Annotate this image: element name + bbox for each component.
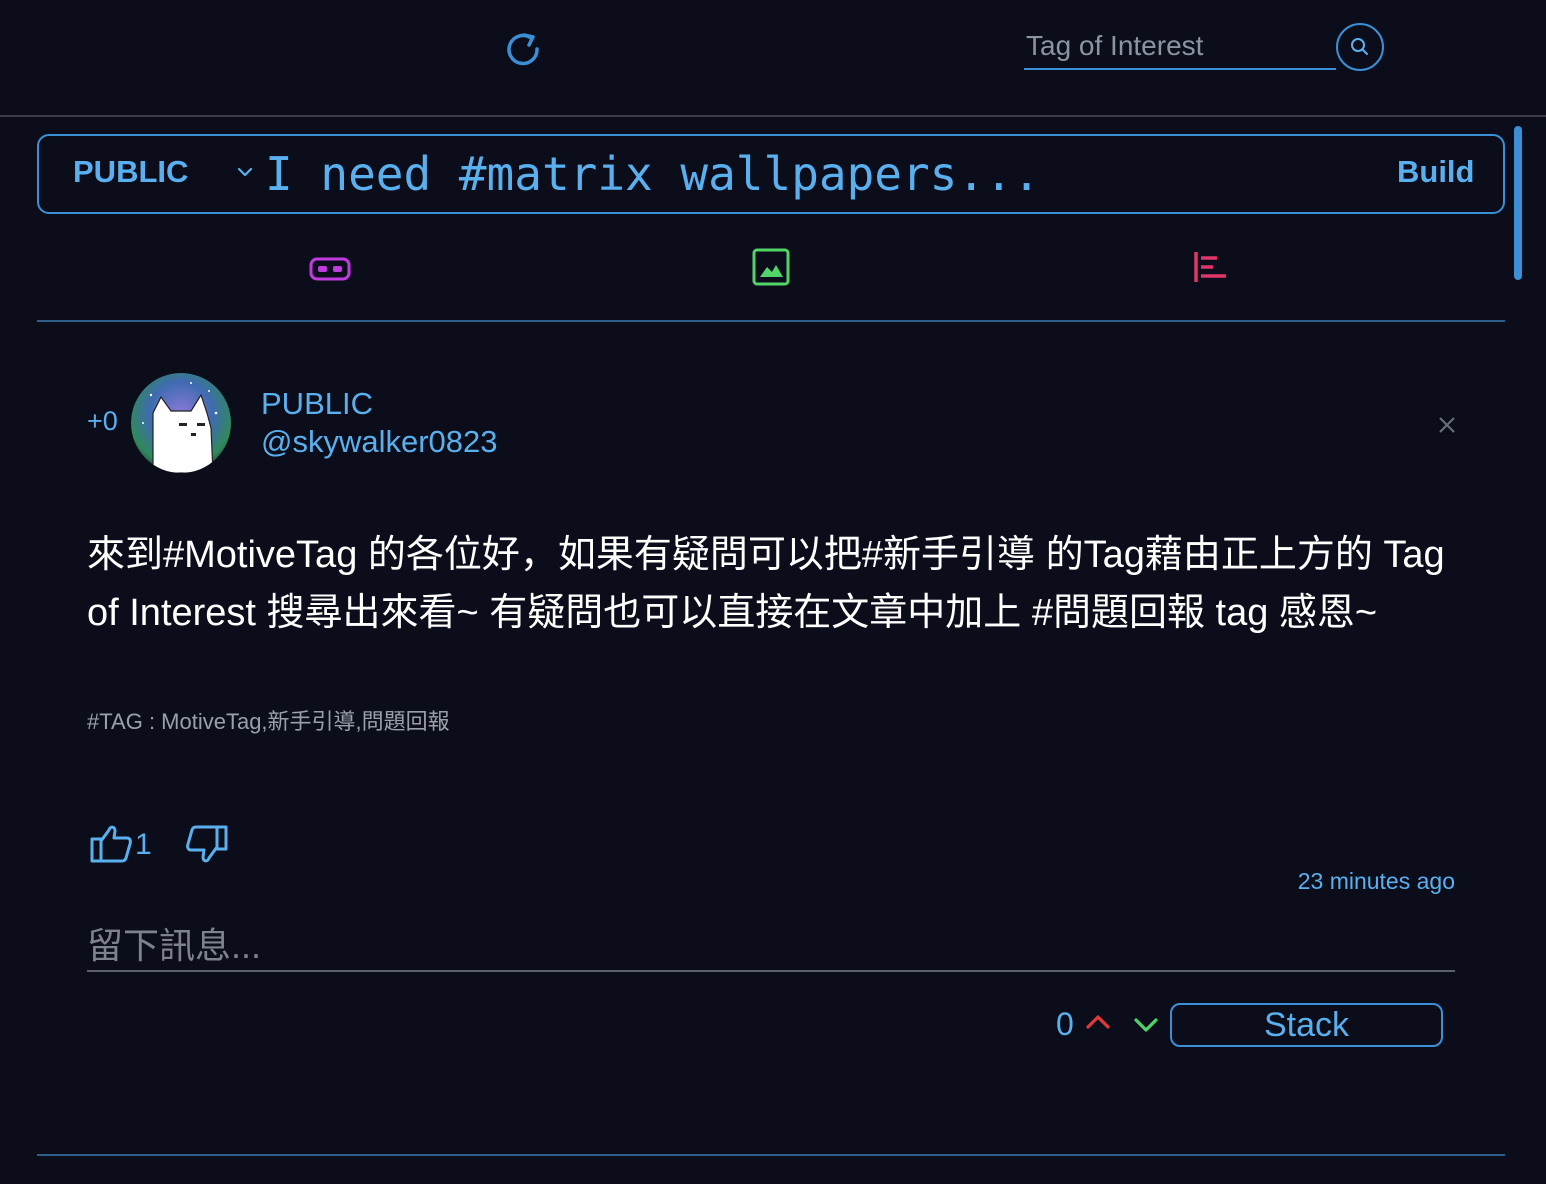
scrollbar-thumb[interactable] [1514,126,1522,280]
poll-icon[interactable] [1193,250,1229,289]
post-timestamp: 23 minutes ago [1297,868,1455,894]
refresh-icon[interactable] [502,26,544,68]
stack-count: 0 [1056,1006,1074,1042]
avatar[interactable] [131,373,231,473]
comment-input[interactable] [87,924,1455,968]
search-input[interactable] [1024,26,1340,66]
build-button[interactable]: Build [1397,154,1475,190]
close-icon[interactable] [1432,410,1462,440]
like-count: 1 [135,828,152,861]
post-composer: PUBLIC Build [37,134,1505,214]
post-score: +0 [87,406,118,436]
divider [37,1154,1505,1156]
divider [37,320,1505,322]
post-body: 來到#MotiveTag 的各位好，如果有疑問可以把#新手引導 的Tag藉由正上… [87,534,1445,634]
stack-button[interactable]: Stack [1170,1003,1443,1047]
post-tags: #TAG : MotiveTag,新手引導,問題回報 [87,709,450,734]
search-button[interactable] [1336,23,1384,71]
chevron-up-icon[interactable] [1084,1012,1112,1037]
thumbs-up-icon[interactable] [89,822,133,869]
chevron-down-icon[interactable] [1132,1015,1160,1040]
chevron-down-icon[interactable] [235,165,255,179]
top-bar [0,0,1546,117]
search-field [1024,26,1340,70]
search-icon [1351,38,1368,55]
image-icon[interactable] [752,248,790,291]
mask-icon[interactable] [309,254,351,289]
privacy-select[interactable]: PUBLIC [73,154,188,190]
post-username[interactable]: @skywalker0823 [261,424,498,460]
comment-field [87,924,1455,972]
thumbs-down-icon[interactable] [185,824,229,871]
post-privacy: PUBLIC [261,386,373,421]
composer-input[interactable] [265,146,1365,202]
